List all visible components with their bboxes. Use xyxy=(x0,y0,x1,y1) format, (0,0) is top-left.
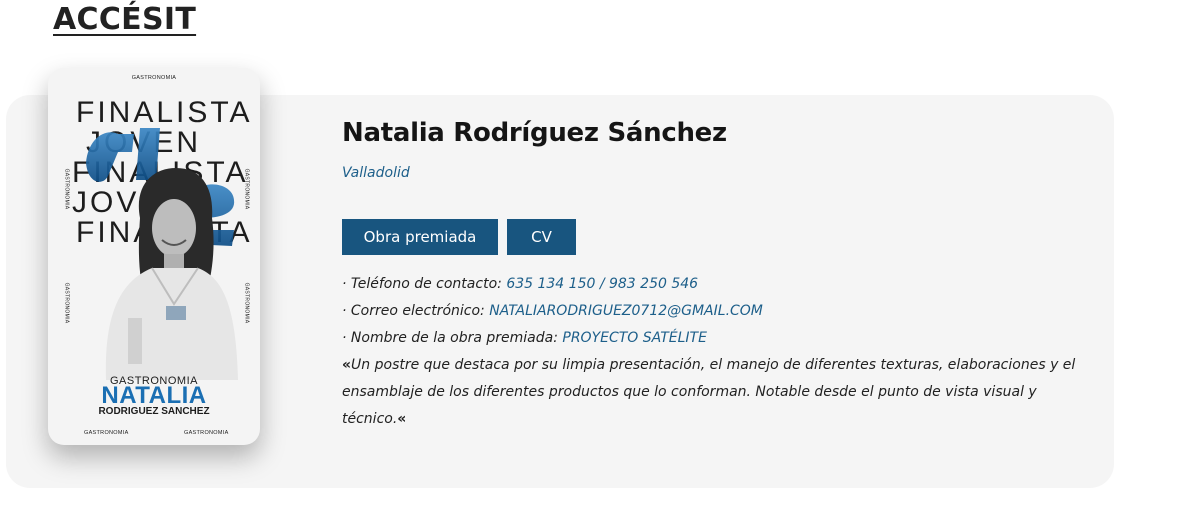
poster-side-label-left-2: GASTRONOMIA xyxy=(63,282,70,324)
poster-last-name: RODRIGUEZ SANCHEZ xyxy=(98,406,210,417)
cv-button[interactable]: CV xyxy=(507,219,576,255)
quote-close-mark: « xyxy=(397,411,407,427)
phone-value-link[interactable]: 635 134 150 / 983 250 546 xyxy=(506,276,698,292)
work-label: · Nombre de la obra premiada: xyxy=(342,330,558,346)
poster-bottom-right-label: GASTRONOMIA xyxy=(184,430,229,436)
poster-side-label-left-1: GASTRONOMIA xyxy=(63,168,70,210)
finalist-poster-image: GASTRONOMIA FINALISTA JOVEN FINALISTA JO… xyxy=(48,68,260,445)
email-label: · Correo electrónico: xyxy=(342,303,485,319)
poster-bottom-left-label: GASTRONOMIA xyxy=(84,430,129,436)
finalist-name: Natalia Rodríguez Sánchez xyxy=(342,118,727,148)
work-line: · Nombre de la obra premiada: PROYECTO S… xyxy=(342,330,707,346)
phone-label: · Teléfono de contacto: xyxy=(342,276,502,292)
finalist-city[interactable]: Valladolid xyxy=(342,165,410,181)
email-value-link[interactable]: NATALIARODRIGUEZ0712@GMAIL.COM xyxy=(489,303,763,319)
quote-open-mark: « xyxy=(342,357,352,373)
phone-line: · Teléfono de contacto: 635 134 150 / 98… xyxy=(342,276,698,292)
obra-premiada-button[interactable]: Obra premiada xyxy=(342,219,498,255)
poster-side-label-right-2: GASTRONOMIA xyxy=(243,282,250,324)
quote-text: Un postre que destaca por su limpia pres… xyxy=(342,357,1076,427)
email-line: · Correo electrónico: NATALIARODRIGUEZ07… xyxy=(342,303,763,319)
section-title: ACCÉSIT xyxy=(53,2,197,37)
jury-quote: «Un postre que destaca por su limpia pre… xyxy=(342,352,1102,433)
work-value-link[interactable]: PROYECTO SATÉLITE xyxy=(562,330,707,346)
poster-side-label-right-1: GASTRONOMIA xyxy=(243,168,250,210)
